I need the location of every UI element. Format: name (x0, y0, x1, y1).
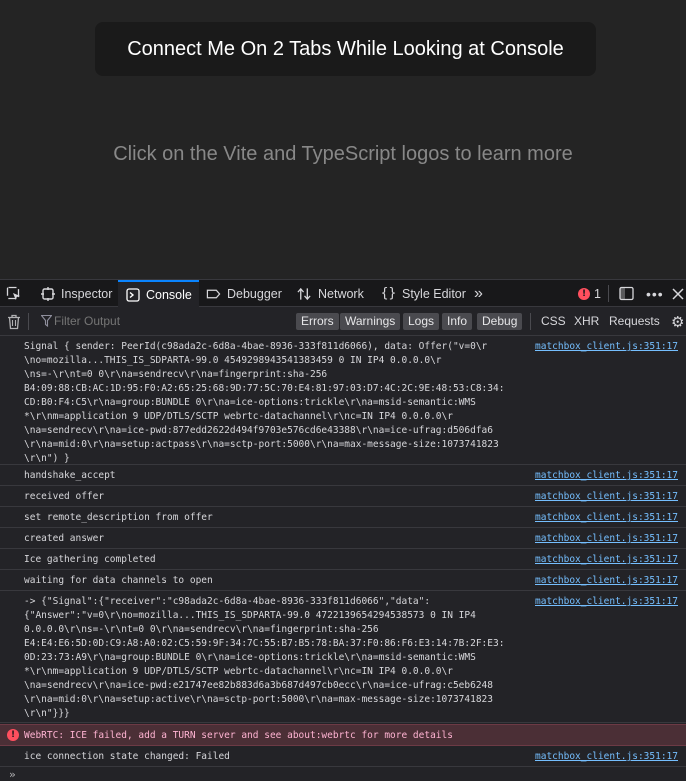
message-text: handshake_accept (24, 470, 116, 481)
message-text: ice connection state changed: Failed (24, 751, 230, 762)
pick-element-icon[interactable] (6, 280, 22, 307)
console-message: Signal { sender: PeerId(c98ada2c-6d8a-4b… (0, 336, 686, 465)
devtools-panel: Inspector Console Debugger Network {} St… (0, 279, 686, 781)
message-source-link[interactable]: matchbox_client.js:351:17 (535, 340, 678, 354)
message-source-link[interactable]: matchbox_client.js:351:17 (535, 469, 678, 483)
filter-debug-button[interactable]: Debug (477, 313, 523, 330)
filter-info-button[interactable]: Info (442, 313, 473, 330)
debugger-icon (206, 286, 221, 301)
message-text: waiting for data channels to open (24, 575, 213, 586)
connect-button[interactable]: Connect Me On 2 Tabs While Looking at Co… (95, 22, 596, 76)
style-editor-icon: {} (380, 286, 397, 301)
error-count: 1 (594, 286, 601, 301)
close-icon[interactable] (672, 280, 684, 307)
message-source-link[interactable]: matchbox_client.js:351:17 (535, 553, 678, 567)
error-icon: ! (578, 287, 590, 300)
message-source-link[interactable]: matchbox_client.js:351:17 (535, 574, 678, 588)
console-input[interactable]: » (0, 768, 686, 781)
message-source-link[interactable]: matchbox_client.js:351:17 (535, 595, 678, 609)
message-source-link[interactable]: matchbox_client.js:351:17 (535, 511, 678, 525)
message-source-link[interactable]: matchbox_client.js:351:17 (535, 490, 678, 504)
message-text: created answer (24, 533, 105, 544)
console-message: created answer matchbox_client.js:351:17 (0, 528, 686, 549)
more-tabs-icon[interactable]: » (474, 280, 483, 307)
message-text: Ice gathering completed (24, 554, 156, 565)
tab-label: Debugger (227, 286, 282, 301)
tab-style-editor[interactable]: {} Style Editor (381, 280, 466, 307)
console-prompt-icon: » (9, 768, 16, 781)
console-output: Signal { sender: PeerId(c98ada2c-6d8a-4b… (0, 336, 686, 773)
network-icon (297, 286, 312, 301)
page-viewport: Connect Me On 2 Tabs While Looking at Co… (0, 0, 686, 279)
message-text: received offer (24, 491, 105, 502)
tab-label: Inspector (61, 286, 113, 301)
error-icon: ! (7, 729, 19, 741)
filter-output-input[interactable] (54, 312, 284, 330)
filter-warnings-button[interactable]: Warnings (340, 313, 401, 330)
message-text: -> {"Signal":{"receiver":"c98ada2c-6d8a-… (24, 596, 505, 719)
message-text: WebRTC: ICE failed, add a TURN server an… (24, 730, 453, 741)
console-settings-icon[interactable]: ⚙ (671, 313, 684, 331)
filter-icon (40, 314, 53, 330)
filter-logs-button[interactable]: Logs (403, 313, 440, 330)
filter-divider (530, 313, 531, 330)
filter-divider (28, 313, 29, 330)
dock-toggle-icon[interactable] (619, 280, 634, 307)
inspector-icon (40, 286, 55, 301)
devtools-toolbar: Inspector Console Debugger Network {} St… (0, 279, 686, 307)
error-count-badge[interactable]: ! 1 (578, 280, 601, 307)
console-filter-bar: Errors Warnings Logs Info Debug CSS XHR … (0, 307, 686, 336)
console-message: handshake_accept matchbox_client.js:351:… (0, 465, 686, 486)
tab-debugger[interactable]: Debugger (206, 280, 282, 307)
read-the-docs-text: Click on the Vite and TypeScript logos t… (113, 143, 573, 165)
message-text: Signal { sender: PeerId(c98ada2c-6d8a-4b… (24, 341, 505, 464)
console-message: ice connection state changed: Failed mat… (0, 746, 686, 767)
trash-icon[interactable] (7, 314, 21, 333)
message-text: set remote_description from offer (24, 512, 213, 523)
filter-requests-button[interactable]: Requests (609, 314, 660, 328)
console-error-message: ! WebRTC: ICE failed, add a TURN server … (0, 724, 686, 746)
filter-xhr-button[interactable]: XHR (574, 314, 599, 328)
message-source-link[interactable]: matchbox_client.js:351:17 (535, 532, 678, 546)
console-message: -> {"Signal":{"receiver":"c98ada2c-6d8a-… (0, 591, 686, 723)
toolbar-divider (608, 285, 609, 302)
console-icon (125, 287, 140, 302)
filter-errors-button[interactable]: Errors (296, 313, 339, 330)
console-message: waiting for data channels to open matchb… (0, 570, 686, 591)
filter-css-button[interactable]: CSS (541, 314, 566, 328)
tab-inspector[interactable]: Inspector (40, 280, 112, 307)
tab-network[interactable]: Network (297, 280, 364, 307)
tab-label: Style Editor (402, 286, 466, 301)
more-options-icon[interactable]: ••• (646, 280, 664, 307)
tab-label: Network (318, 286, 364, 301)
tab-console[interactable]: Console (118, 280, 199, 307)
tab-label: Console (146, 287, 192, 302)
console-message: Ice gathering completed matchbox_client.… (0, 549, 686, 570)
message-source-link[interactable]: matchbox_client.js:351:17 (535, 750, 678, 764)
console-message: set remote_description from offer matchb… (0, 507, 686, 528)
console-message: received offer matchbox_client.js:351:17 (0, 486, 686, 507)
